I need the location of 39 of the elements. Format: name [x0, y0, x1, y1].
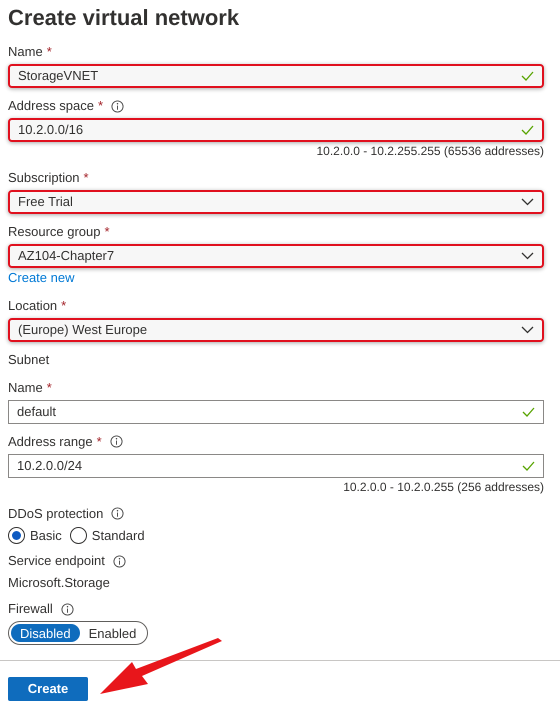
input-field[interactable]: 10.2.0.0/16: [8, 118, 544, 142]
input-field[interactable]: default: [8, 400, 544, 424]
field-label: Name: [8, 378, 43, 397]
field-label: Location: [8, 296, 58, 315]
field-label: Name: [8, 43, 43, 62]
page-title: Create virtual network: [8, 4, 240, 32]
required-mark: *: [46, 43, 52, 62]
field-label: Address range: [8, 432, 93, 451]
required-mark: *: [104, 223, 110, 242]
input-field[interactable]: 10.2.0.0/24: [8, 454, 544, 478]
input-field[interactable]: StorageVNET: [8, 64, 544, 88]
dropdown[interactable]: Free Trial: [8, 190, 544, 214]
required-mark: *: [96, 432, 102, 451]
required-mark: *: [84, 169, 89, 188]
field-label: Firewall: [8, 600, 53, 618]
chevron-down-icon: [521, 198, 534, 206]
chevron-down-icon: [521, 252, 534, 260]
field-label: Address space: [8, 97, 94, 116]
required-mark: *: [98, 97, 104, 116]
chevron-down-icon: [521, 326, 534, 334]
radio-button[interactable]: [70, 526, 87, 544]
dropdown[interactable]: (Europe) West Europe: [8, 318, 544, 342]
field-label: DDoS protection: [8, 504, 104, 523]
create-button[interactable]: Create: [8, 676, 88, 700]
field-label: Resource group: [8, 223, 100, 242]
section-heading: Subnet: [8, 350, 50, 369]
dropdown[interactable]: AZ104-Chapter7: [8, 244, 544, 268]
field-label: Subscription: [8, 169, 80, 188]
required-mark: *: [46, 378, 52, 397]
field-value: Microsoft.Storage: [8, 574, 110, 592]
field-label: Service endpoint: [8, 552, 105, 570]
radio-button[interactable]: [8, 526, 25, 544]
toggle-option[interactable]: Disabled: [11, 624, 80, 642]
create-new-link[interactable]: Create new: [8, 268, 74, 288]
radio-label: Standard: [92, 526, 145, 544]
address-hint: 10.2.0.0 - 10.2.0.255 (256 addresses): [343, 478, 544, 496]
required-mark: *: [61, 296, 66, 315]
radio-label: Basic: [30, 526, 62, 544]
address-hint: 10.2.0.0 - 10.2.255.255 (65536 addresses): [316, 143, 544, 160]
